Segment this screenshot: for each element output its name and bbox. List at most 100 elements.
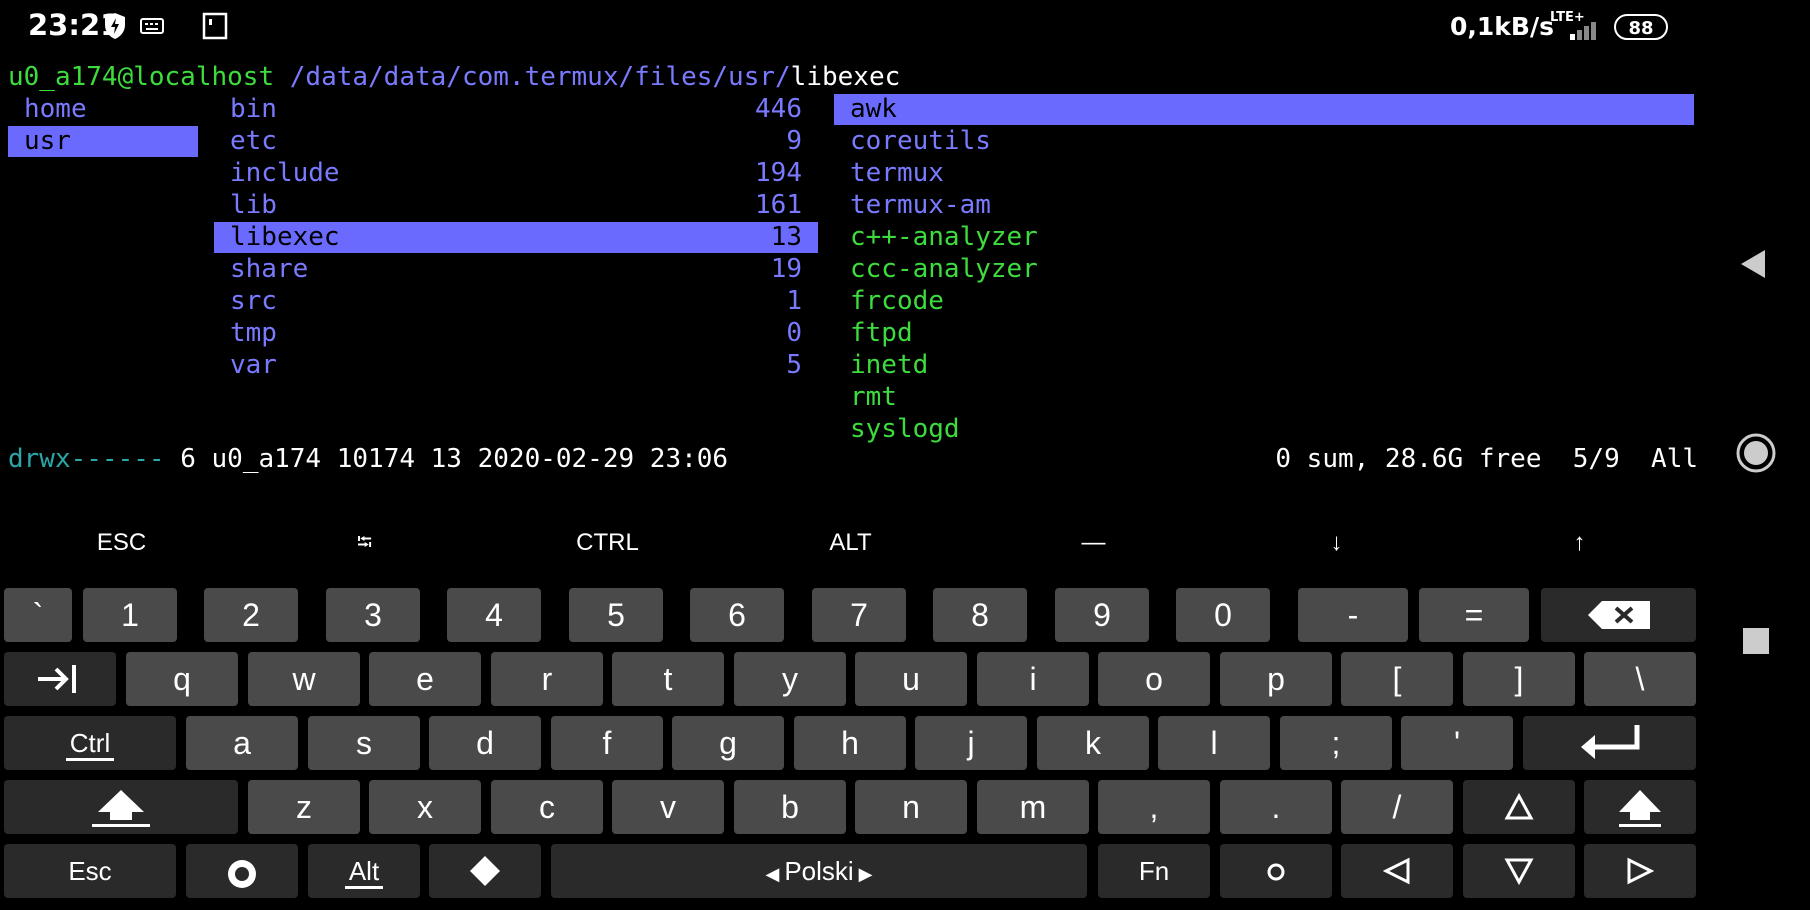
ctrl-key[interactable]: Ctrl bbox=[4, 716, 176, 770]
key-4[interactable]: 4 bbox=[447, 588, 541, 642]
enter-icon bbox=[1580, 725, 1639, 759]
space-key[interactable]: ◀ Polski ▶ bbox=[551, 844, 1087, 898]
tab-key[interactable] bbox=[4, 652, 116, 706]
esc-key[interactable]: Esc bbox=[4, 844, 176, 898]
preview-item: inetd bbox=[850, 350, 929, 380]
key-8[interactable]: 8 bbox=[933, 588, 1027, 642]
extra-key-up[interactable]: ↑ bbox=[1458, 508, 1701, 578]
extra-key-esc[interactable]: ESC bbox=[0, 508, 243, 578]
key-q[interactable]: q bbox=[126, 652, 238, 706]
extra-key-ctrl[interactable]: CTRL bbox=[486, 508, 729, 578]
key-z[interactable]: z bbox=[248, 780, 360, 834]
dir-item[interactable]: var 5 bbox=[214, 350, 818, 381]
left-arrow-key[interactable] bbox=[1341, 844, 1453, 898]
key-minus[interactable]: - bbox=[1298, 588, 1408, 642]
settings-key[interactable] bbox=[186, 844, 298, 898]
key-5[interactable]: 5 bbox=[569, 588, 663, 642]
key-a[interactable]: a bbox=[186, 716, 298, 770]
key-y[interactable]: y bbox=[734, 652, 846, 706]
circle-key[interactable] bbox=[1220, 844, 1332, 898]
key-n[interactable]: n bbox=[855, 780, 967, 834]
dir-item[interactable]: etc 9 bbox=[214, 126, 818, 157]
key-k[interactable]: k bbox=[1037, 716, 1149, 770]
dir-item-selected[interactable]: libexec 13 bbox=[214, 222, 818, 253]
key-p[interactable]: p bbox=[1220, 652, 1332, 706]
extra-keys-bar: ESC ⭾ CTRL ALT — ↓ ↑ bbox=[0, 508, 1700, 578]
key-i[interactable]: i bbox=[977, 652, 1089, 706]
up-arrow-key[interactable] bbox=[1463, 780, 1575, 834]
key-3[interactable]: 3 bbox=[326, 588, 420, 642]
shift-icon bbox=[1619, 790, 1661, 827]
key-1[interactable]: 1 bbox=[83, 588, 177, 642]
triangle-left-icon bbox=[1382, 857, 1410, 885]
key-b[interactable]: b bbox=[734, 780, 846, 834]
right-arrow-key[interactable] bbox=[1584, 844, 1696, 898]
preview-item: rmt bbox=[850, 382, 897, 412]
key-o[interactable]: o bbox=[1098, 652, 1210, 706]
parent-item-home[interactable]: home bbox=[8, 94, 198, 125]
extra-key-dash[interactable]: — bbox=[972, 508, 1215, 578]
key-comma[interactable]: , bbox=[1098, 780, 1210, 834]
triangle-down-icon bbox=[1504, 858, 1534, 886]
key-backslash[interactable]: \ bbox=[1584, 652, 1696, 706]
extra-key-tab[interactable]: ⭾ bbox=[243, 508, 486, 578]
dir-item[interactable]: share 19 bbox=[214, 254, 818, 285]
home-icon[interactable] bbox=[1735, 432, 1777, 474]
key-quote[interactable]: ' bbox=[1401, 716, 1513, 770]
key-rbracket[interactable]: ] bbox=[1463, 652, 1575, 706]
preview-item: termux bbox=[850, 158, 944, 188]
dir-item[interactable]: bin 446 bbox=[214, 94, 818, 125]
key-6[interactable]: 6 bbox=[690, 588, 784, 642]
key-r[interactable]: r bbox=[491, 652, 603, 706]
key-backtick[interactable]: ` bbox=[4, 588, 72, 642]
key-g[interactable]: g bbox=[672, 716, 784, 770]
file-status-line: drwx------ 6 u0_a174 10174 13 2020-02-29… bbox=[8, 444, 728, 475]
fn-key[interactable]: Fn bbox=[1098, 844, 1210, 898]
key-h[interactable]: h bbox=[794, 716, 906, 770]
enter-key[interactable] bbox=[1523, 716, 1696, 770]
key-v[interactable]: v bbox=[612, 780, 724, 834]
key-m[interactable]: m bbox=[977, 780, 1089, 834]
key-equals[interactable]: = bbox=[1419, 588, 1529, 642]
key-t[interactable]: t bbox=[612, 652, 724, 706]
key-c[interactable]: c bbox=[491, 780, 603, 834]
key-period[interactable]: . bbox=[1220, 780, 1332, 834]
key-7[interactable]: 7 bbox=[812, 588, 906, 642]
key-e[interactable]: e bbox=[369, 652, 481, 706]
key-lbracket[interactable]: [ bbox=[1341, 652, 1453, 706]
key-0[interactable]: 0 bbox=[1176, 588, 1270, 642]
dir-item[interactable]: lib 161 bbox=[214, 190, 818, 221]
preview-item: c++-analyzer bbox=[850, 222, 1038, 252]
extra-key-alt[interactable]: ALT bbox=[729, 508, 972, 578]
recents-icon[interactable] bbox=[1742, 627, 1770, 655]
triangle-right-icon bbox=[1627, 857, 1655, 885]
key-u[interactable]: u bbox=[855, 652, 967, 706]
key-slash[interactable]: / bbox=[1341, 780, 1453, 834]
backspace-key[interactable] bbox=[1541, 588, 1696, 642]
terminal[interactable]: u0_a174@localhost /data/data/com.termux/… bbox=[0, 0, 1700, 480]
key-f[interactable]: f bbox=[551, 716, 663, 770]
preview-item: ccc-analyzer bbox=[850, 254, 1038, 284]
dir-item[interactable]: include 194 bbox=[214, 158, 818, 189]
settings-icon bbox=[228, 860, 256, 888]
key-2[interactable]: 2 bbox=[204, 588, 298, 642]
dir-item[interactable]: src 1 bbox=[214, 286, 818, 317]
key-d[interactable]: d bbox=[429, 716, 541, 770]
symbols-key[interactable] bbox=[429, 844, 541, 898]
back-icon[interactable] bbox=[1739, 248, 1767, 280]
key-9[interactable]: 9 bbox=[1055, 588, 1149, 642]
prompt-current: libexec bbox=[790, 62, 901, 92]
alt-key[interactable]: Alt bbox=[308, 844, 420, 898]
shift-left-key[interactable] bbox=[4, 780, 238, 834]
key-j[interactable]: j bbox=[915, 716, 1027, 770]
key-l[interactable]: l bbox=[1158, 716, 1270, 770]
extra-key-down[interactable]: ↓ bbox=[1215, 508, 1458, 578]
key-w[interactable]: w bbox=[248, 652, 360, 706]
down-arrow-key[interactable] bbox=[1463, 844, 1575, 898]
dir-item[interactable]: tmp 0 bbox=[214, 318, 818, 349]
key-semicolon[interactable]: ; bbox=[1280, 716, 1392, 770]
key-s[interactable]: s bbox=[308, 716, 420, 770]
parent-item-usr[interactable]: usr bbox=[8, 126, 198, 157]
key-x[interactable]: x bbox=[369, 780, 481, 834]
shift-right-key[interactable] bbox=[1584, 780, 1696, 834]
